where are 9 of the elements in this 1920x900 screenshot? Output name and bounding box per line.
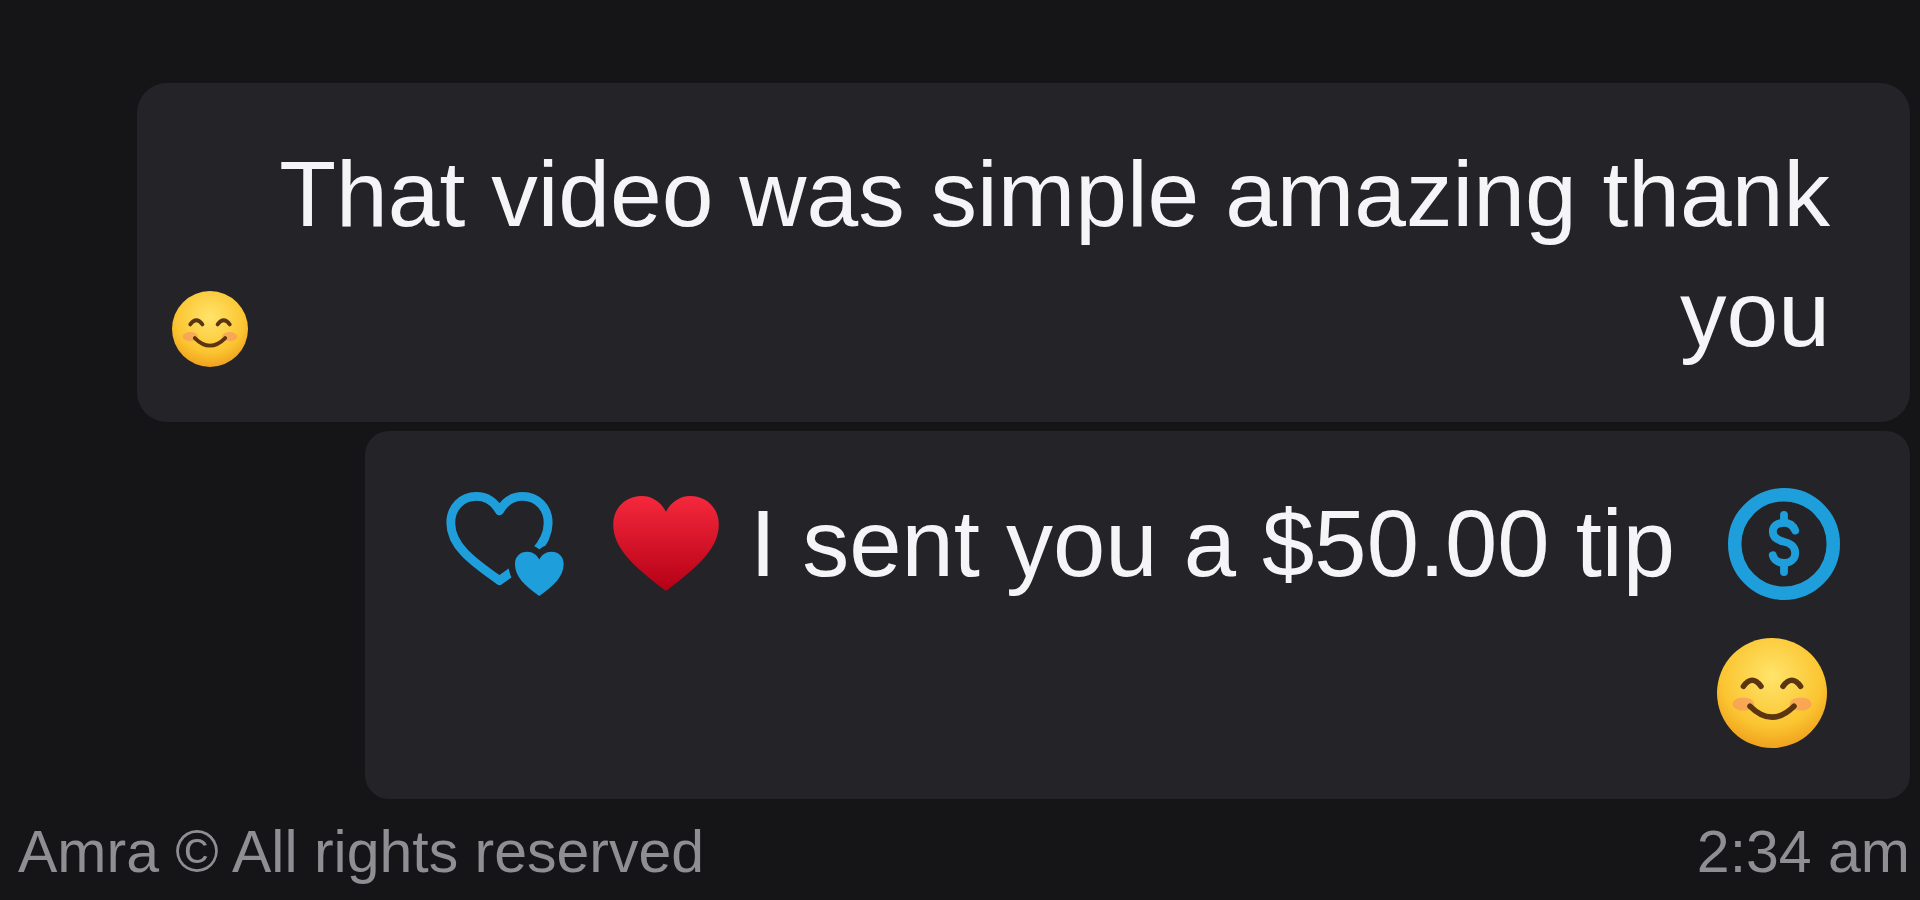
dollar-coin-icon <box>1728 487 1840 600</box>
copyright-text: Amra © All rights reserved <box>18 822 705 882</box>
message-time: 2:34 am <box>1696 822 1910 882</box>
smile-emoji-icon <box>1717 638 1827 748</box>
message-text: That video was simple amazing thank you <box>278 141 1830 368</box>
smile-emoji-icon <box>172 291 248 367</box>
heart-emoji-icon <box>613 496 719 591</box>
like-hearts-icon[interactable] <box>446 491 564 596</box>
tip-message-text: I sent you a $50.00 tip <box>750 490 1675 598</box>
